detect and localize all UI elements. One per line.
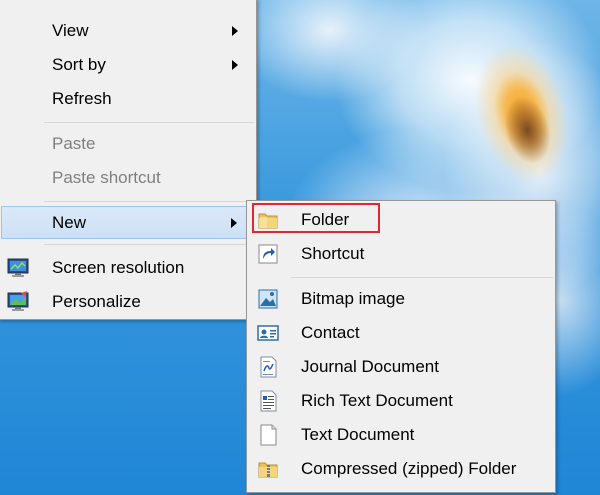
menu-item-paste[interactable]: Paste: [1, 129, 254, 159]
submenu-arrow-icon: [232, 26, 238, 36]
folder-annotation-box: [252, 203, 380, 233]
zipped-folder-icon: [257, 458, 279, 480]
submenu-item-contact[interactable]: Contact: [249, 318, 553, 348]
menu-item-refresh[interactable]: Refresh: [1, 84, 254, 114]
menu-item-sort-by[interactable]: Sort by: [1, 50, 254, 80]
submenu-item-label: Text Document: [301, 425, 415, 444]
journal-document-icon: [257, 356, 279, 378]
submenu-item-bitmap-image[interactable]: Bitmap image: [249, 284, 553, 314]
menu-item-personalize[interactable]: Personalize: [1, 287, 254, 317]
menu-item-screen-resolution[interactable]: Screen resolution: [1, 253, 254, 283]
screen-resolution-icon: [7, 257, 29, 279]
submenu-item-label: Rich Text Document: [301, 391, 453, 410]
menu-item-new[interactable]: New: [1, 206, 254, 239]
new-submenu: Folder Shortcut Bitmap image Contact Jou…: [246, 200, 556, 493]
personalize-icon: [7, 291, 29, 313]
menu-item-label: Paste: [52, 134, 96, 153]
bitmap-image-icon: [257, 288, 279, 310]
submenu-item-journal-document[interactable]: Journal Document: [249, 352, 553, 382]
submenu-arrow-icon: [231, 217, 237, 228]
submenu-item-label: Bitmap image: [301, 289, 405, 308]
menu-item-label: View: [52, 21, 89, 40]
menu-item-label: Screen resolution: [52, 258, 185, 277]
contact-card-icon: [257, 322, 279, 344]
menu-separator: [44, 201, 254, 202]
menu-item-view[interactable]: View: [1, 16, 254, 46]
menu-separator: [44, 244, 254, 245]
submenu-item-rich-text-document[interactable]: Rich Text Document: [249, 386, 553, 416]
menu-item-label: New: [52, 212, 87, 232]
menu-item-paste-shortcut[interactable]: Paste shortcut: [1, 163, 254, 193]
menu-item-label: Personalize: [52, 292, 141, 311]
shortcut-icon: [257, 243, 279, 265]
submenu-item-label: Compressed (zipped) Folder: [301, 459, 517, 478]
submenu-item-label: Journal Document: [301, 357, 439, 376]
menu-separator: [291, 277, 553, 278]
menu-item-label: Refresh: [52, 89, 112, 108]
menu-item-label: Paste shortcut: [52, 168, 161, 187]
menu-separator: [44, 122, 254, 123]
rich-text-document-icon: [257, 390, 279, 412]
menu-item-label: Sort by: [52, 55, 106, 74]
submenu-item-shortcut[interactable]: Shortcut: [249, 239, 553, 269]
submenu-arrow-icon: [232, 60, 238, 70]
text-document-icon: [257, 424, 279, 446]
submenu-item-label: Contact: [301, 323, 360, 342]
submenu-item-compressed-folder[interactable]: Compressed (zipped) Folder: [249, 454, 553, 484]
submenu-item-text-document[interactable]: Text Document: [249, 420, 553, 450]
desktop-context-menu: View Sort by Refresh Paste Paste shortcu…: [0, 0, 257, 320]
submenu-item-label: Shortcut: [301, 244, 365, 263]
